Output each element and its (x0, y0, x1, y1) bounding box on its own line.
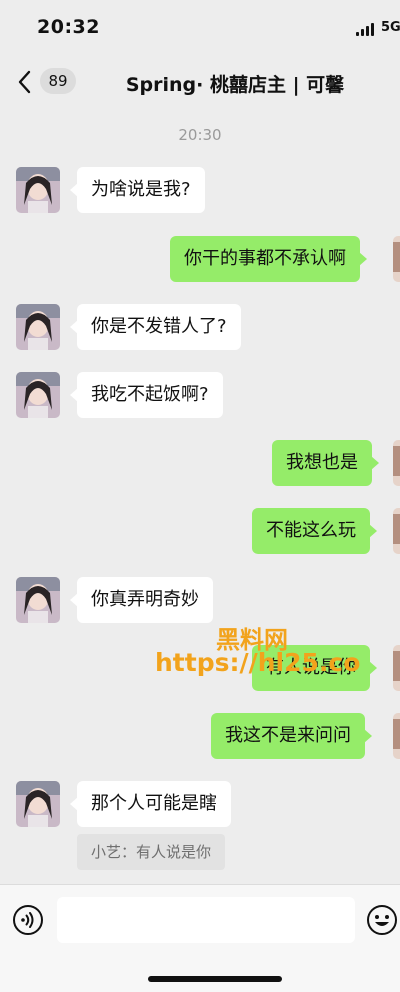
voice-icon[interactable] (12, 904, 44, 936)
contact-avatar[interactable] (16, 167, 60, 213)
outgoing-message-bubble[interactable]: 你干的事都不承认啊 (170, 236, 367, 282)
outgoing-message-bubble[interactable]: 我这不是来问问 (211, 713, 372, 759)
my-avatar[interactable] (393, 440, 400, 486)
signal-icon (356, 22, 376, 36)
incoming-message-bubble[interactable]: 为啥说是我? (70, 167, 205, 213)
incoming-message-bubble[interactable]: 你真弄明奇妙 (70, 577, 213, 623)
message-timestamp: 20:30 (178, 126, 222, 144)
outgoing-message-bubble[interactable]: 我想也是 (272, 440, 379, 486)
my-avatar[interactable] (393, 713, 400, 759)
message-input[interactable] (57, 897, 355, 943)
status-bar: 20:32 5G (0, 0, 400, 58)
incoming-message-bubble[interactable]: 那个人可能是瞎 (70, 781, 231, 827)
contact-avatar[interactable] (16, 577, 60, 623)
network-type: 5G (381, 20, 400, 35)
incoming-message-bubble[interactable]: 你是不发错人了? (70, 304, 241, 350)
contact-avatar[interactable] (16, 304, 60, 350)
my-avatar[interactable] (393, 508, 400, 554)
incoming-message-bubble[interactable]: 我吃不起饭啊? (70, 372, 223, 418)
contact-avatar[interactable] (16, 781, 60, 827)
my-avatar[interactable] (393, 236, 400, 282)
outgoing-message-bubble[interactable]: 有人说是你 (252, 645, 377, 691)
outgoing-message-bubble[interactable]: 不能这么玩 (252, 508, 377, 554)
emoji-icon[interactable] (366, 904, 398, 936)
status-time: 20:32 (37, 16, 100, 38)
contact-avatar[interactable] (16, 372, 60, 418)
quoted-message[interactable]: 小艺：有人说是你 (77, 834, 226, 870)
my-avatar[interactable] (393, 645, 400, 691)
unread-count-badge[interactable]: 89 (40, 68, 76, 94)
chat-title: Spring· 桃囍店主 | 可馨 (125, 74, 345, 96)
chevron-left-icon[interactable] (14, 68, 40, 96)
home-indicator[interactable] (148, 976, 282, 982)
chat-header: 89 Spring· 桃囍店主 | 可馨 (0, 58, 400, 108)
